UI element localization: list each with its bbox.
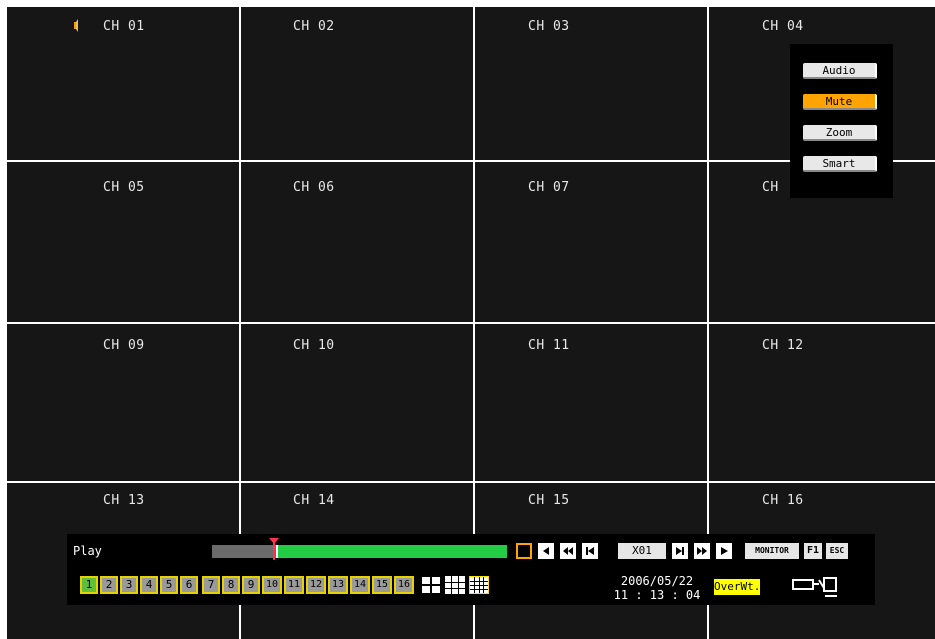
channel-label: CH 14 bbox=[293, 493, 335, 508]
channel-cell-6[interactable]: CH 06 bbox=[241, 162, 473, 322]
channel-select-5[interactable]: 5 bbox=[160, 576, 178, 594]
channel-select-16[interactable]: 16 bbox=[394, 576, 414, 594]
channel-select-2[interactable]: 2 bbox=[100, 576, 118, 594]
channel-label: CH 16 bbox=[762, 493, 804, 508]
channel-label: CH bbox=[762, 180, 779, 195]
fast-rewind-button[interactable] bbox=[560, 543, 576, 559]
channel-select-14[interactable]: 14 bbox=[350, 576, 370, 594]
time-display: 11 : 13 : 04 bbox=[613, 588, 701, 602]
split-16-icon[interactable] bbox=[469, 576, 489, 594]
channel-select-10[interactable]: 10 bbox=[262, 576, 282, 594]
monitor-button[interactable]: MONITOR bbox=[745, 543, 799, 559]
channel-cell-7[interactable]: CH 07 bbox=[475, 162, 707, 322]
channel-cell-12[interactable]: CH 12 bbox=[709, 324, 935, 481]
date-display: 2006/05/22 bbox=[620, 574, 694, 588]
speed-indicator[interactable]: X01 bbox=[618, 543, 666, 559]
channel-select-13[interactable]: 13 bbox=[328, 576, 348, 594]
smart-menu-item[interactable]: Smart bbox=[803, 156, 877, 172]
channel-select-12[interactable]: 12 bbox=[306, 576, 326, 594]
fast-rewind-icon bbox=[563, 547, 573, 555]
channel-label: CH 09 bbox=[103, 338, 145, 353]
split-9-icon[interactable] bbox=[445, 576, 465, 594]
progress-remaining[interactable] bbox=[276, 545, 507, 558]
frame-back-icon bbox=[543, 547, 549, 555]
dvr-display: CH 01 CH 02 CH 03 CH 04 CH 05 CH 06 CH 0… bbox=[7, 7, 935, 639]
stop-button[interactable] bbox=[516, 543, 532, 559]
play-icon bbox=[721, 547, 728, 555]
split-4-icon[interactable] bbox=[421, 576, 441, 594]
channel-select-15[interactable]: 15 bbox=[372, 576, 392, 594]
channel-select-7[interactable]: 7 bbox=[202, 576, 220, 594]
channel-select-4[interactable]: 4 bbox=[140, 576, 158, 594]
channel-label: CH 07 bbox=[528, 180, 570, 195]
grid-divider bbox=[7, 481, 935, 483]
context-menu: Audio Mute Zoom Smart bbox=[790, 44, 893, 198]
channel-select-9[interactable]: 9 bbox=[242, 576, 260, 594]
channel-label: CH 01 bbox=[103, 19, 145, 34]
skip-end-icon bbox=[676, 547, 684, 555]
grid-divider bbox=[7, 322, 935, 324]
channel-select-1[interactable]: 1 bbox=[80, 576, 98, 594]
channel-label: CH 11 bbox=[528, 338, 570, 353]
channel-cell-11[interactable]: CH 11 bbox=[475, 324, 707, 481]
playhead-marker-icon[interactable] bbox=[268, 538, 280, 560]
skip-start-button[interactable] bbox=[582, 543, 598, 559]
frame-back-button[interactable] bbox=[538, 543, 554, 559]
channel-label: CH 13 bbox=[103, 493, 145, 508]
speaker-icon bbox=[74, 19, 78, 32]
channel-label: CH 15 bbox=[528, 493, 570, 508]
play-button[interactable] bbox=[716, 543, 732, 559]
channel-label: CH 04 bbox=[762, 19, 804, 34]
channel-cell-9[interactable]: CH 09 bbox=[7, 324, 239, 481]
fast-forward-icon bbox=[697, 547, 707, 555]
channel-select-6[interactable]: 6 bbox=[180, 576, 198, 594]
dvd-icon bbox=[792, 577, 837, 597]
mute-menu-item[interactable]: Mute bbox=[803, 94, 877, 110]
overwrite-button[interactable]: OverWt. bbox=[714, 579, 760, 595]
channel-select-11[interactable]: 11 bbox=[284, 576, 304, 594]
channel-cell-5[interactable]: CH 05 bbox=[7, 162, 239, 322]
skip-start-icon bbox=[586, 547, 594, 555]
channel-label: CH 12 bbox=[762, 338, 804, 353]
f1-button[interactable]: F1 bbox=[804, 543, 822, 559]
channel-label: CH 10 bbox=[293, 338, 335, 353]
fast-forward-button[interactable] bbox=[694, 543, 710, 559]
playback-control-bar: Play X01 MONITOR F1 ESC 1 2 3 4 5 6 7 8 … bbox=[67, 534, 875, 605]
esc-button[interactable]: ESC bbox=[826, 543, 848, 559]
channel-select-8[interactable]: 8 bbox=[222, 576, 240, 594]
channel-cell-1[interactable]: CH 01 bbox=[7, 7, 239, 160]
channel-label: CH 03 bbox=[528, 19, 570, 34]
channel-cell-10[interactable]: CH 10 bbox=[241, 324, 473, 481]
channel-cell-2[interactable]: CH 02 bbox=[241, 7, 473, 160]
channel-label: CH 02 bbox=[293, 19, 335, 34]
channel-label: CH 06 bbox=[293, 180, 335, 195]
skip-end-button[interactable] bbox=[672, 543, 688, 559]
progress-played bbox=[212, 545, 276, 558]
mode-label: Play bbox=[73, 544, 102, 558]
zoom-menu-item[interactable]: Zoom bbox=[803, 125, 877, 141]
channel-select-3[interactable]: 3 bbox=[120, 576, 138, 594]
channel-cell-3[interactable]: CH 03 bbox=[475, 7, 707, 160]
channel-label: CH 05 bbox=[103, 180, 145, 195]
audio-menu-item[interactable]: Audio bbox=[803, 63, 877, 79]
